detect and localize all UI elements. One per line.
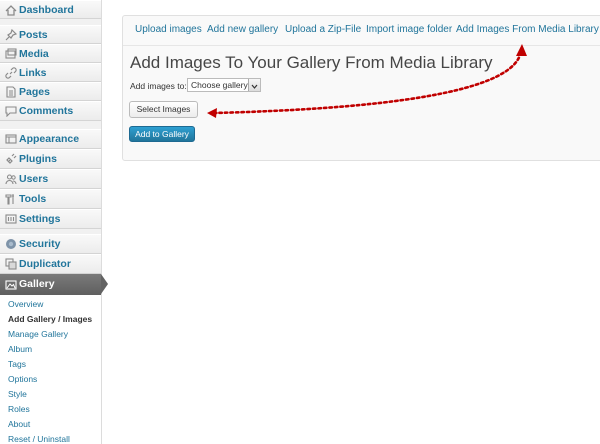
sidebar-item-tools[interactable]: Tools — [0, 189, 101, 209]
sidebar-item-duplicator[interactable]: Duplicator — [0, 254, 101, 274]
submenu-item-add-gallery-images[interactable]: Add Gallery / Images — [8, 314, 92, 324]
gallery-select-value: Choose gallery — [191, 80, 248, 90]
sidebar-item-label: Media — [19, 48, 49, 60]
page-icon — [5, 86, 17, 98]
sidebar-item-links[interactable]: Links — [0, 63, 101, 82]
users-icon — [5, 173, 17, 185]
sidebar-item-label: Users — [19, 173, 49, 185]
submenu-item-style[interactable]: Style — [8, 389, 27, 399]
gallery-select[interactable]: Choose gallery — [187, 78, 261, 92]
sidebar-item-plugins[interactable]: Plugins — [0, 149, 101, 169]
appearance-icon — [5, 133, 17, 145]
sidebar-item-label: Dashboard — [19, 4, 74, 16]
add-to-gallery-button[interactable]: Add to Gallery — [129, 126, 195, 142]
submenu-item-options[interactable]: Options — [8, 374, 37, 384]
sidebar-item-label: Posts — [19, 29, 48, 41]
settings-icon — [5, 213, 17, 225]
add-images-to-label: Add images to: — [130, 81, 187, 91]
sidebar-item-comments[interactable]: Comments — [0, 101, 101, 121]
tab-bar: Upload images Add new gallery Upload a Z… — [123, 16, 600, 46]
pushpin-icon — [5, 29, 17, 41]
submenu-item-tags[interactable]: Tags — [8, 359, 26, 369]
sidebar-item-label: Gallery — [19, 278, 55, 290]
gallery-submenu: Overview Add Gallery / Images Manage Gal… — [0, 295, 101, 444]
sidebar-item-label: Comments — [19, 105, 74, 117]
sidebar-item-label: Settings — [19, 213, 61, 225]
sidebar-item-label: Pages — [19, 86, 50, 98]
tab-add-images-from-media-library[interactable]: Add Images From Media Library — [456, 24, 599, 35]
sidebar-item-label: Security — [19, 238, 61, 250]
sidebar-item-media[interactable]: Media — [0, 44, 101, 63]
sidebar-item-users[interactable]: Users — [0, 169, 101, 189]
submenu-item-overview[interactable]: Overview — [8, 299, 43, 309]
sidebar-item-appearance[interactable]: Appearance — [0, 129, 101, 149]
page-title: Add Images To Your Gallery From Media Li… — [130, 53, 493, 72]
media-icon — [5, 48, 17, 60]
security-icon — [5, 238, 17, 250]
chevron-down-icon[interactable] — [248, 79, 260, 91]
tab-add-new-gallery[interactable]: Add new gallery — [207, 24, 278, 35]
sidebar-item-dashboard[interactable]: Dashboard — [0, 0, 101, 19]
admin-sidebar: Dashboard Posts Media Links Pages Commen… — [0, 0, 102, 444]
tab-upload-zip-file[interactable]: Upload a Zip-File — [285, 24, 361, 35]
dashboard-icon — [5, 4, 17, 16]
sidebar-item-pages[interactable]: Pages — [0, 82, 101, 101]
comment-icon — [5, 105, 17, 117]
sidebar-item-posts[interactable]: Posts — [0, 25, 101, 44]
sidebar-item-gallery[interactable]: Gallery — [0, 274, 101, 295]
gallery-icon — [5, 278, 17, 290]
sidebar-item-label: Tools — [19, 193, 47, 205]
submenu-item-reset-uninstall[interactable]: Reset / Uninstall — [8, 434, 70, 444]
gallery-panel: Upload images Add new gallery Upload a Z… — [122, 15, 600, 161]
submenu-item-manage-gallery[interactable]: Manage Gallery — [8, 329, 68, 339]
sidebar-item-label: Duplicator — [19, 258, 71, 270]
link-icon — [5, 67, 17, 79]
tab-upload-images[interactable]: Upload images — [135, 24, 202, 35]
tab-import-image-folder[interactable]: Import image folder — [366, 24, 452, 35]
plugin-icon — [5, 153, 17, 165]
sidebar-item-security[interactable]: Security — [0, 234, 101, 254]
sidebar-item-label: Links — [19, 67, 47, 79]
submenu-item-about[interactable]: About — [8, 419, 30, 429]
tools-icon — [5, 193, 17, 205]
sidebar-item-label: Appearance — [19, 133, 80, 145]
submenu-item-album[interactable]: Album — [8, 344, 32, 354]
sidebar-item-settings[interactable]: Settings — [0, 209, 101, 229]
duplicator-icon — [5, 258, 17, 270]
menu-separator — [0, 121, 101, 127]
select-images-button[interactable]: Select Images — [129, 101, 198, 118]
submenu-item-roles[interactable]: Roles — [8, 404, 30, 414]
active-menu-pointer — [101, 274, 108, 294]
sidebar-item-label: Plugins — [19, 153, 57, 165]
